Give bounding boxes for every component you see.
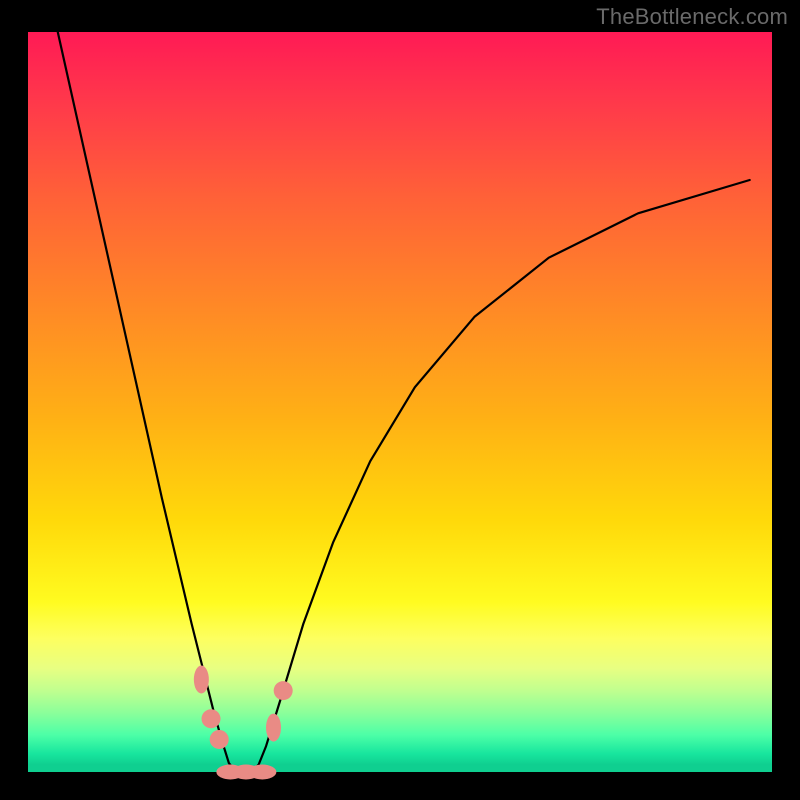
bottleneck-curve-svg xyxy=(28,32,772,772)
watermark-text: TheBottleneck.com xyxy=(596,4,788,30)
curve-marker xyxy=(202,709,221,728)
curve-marker xyxy=(210,730,229,749)
curve-marker xyxy=(274,681,293,700)
chart-frame: TheBottleneck.com xyxy=(0,0,800,800)
curve-left-branch xyxy=(58,32,244,772)
curve-marker xyxy=(194,666,209,694)
curve-right-branch xyxy=(244,180,750,772)
curve-marker xyxy=(266,714,281,742)
plot-area xyxy=(28,32,772,772)
curve-marker xyxy=(248,765,276,780)
